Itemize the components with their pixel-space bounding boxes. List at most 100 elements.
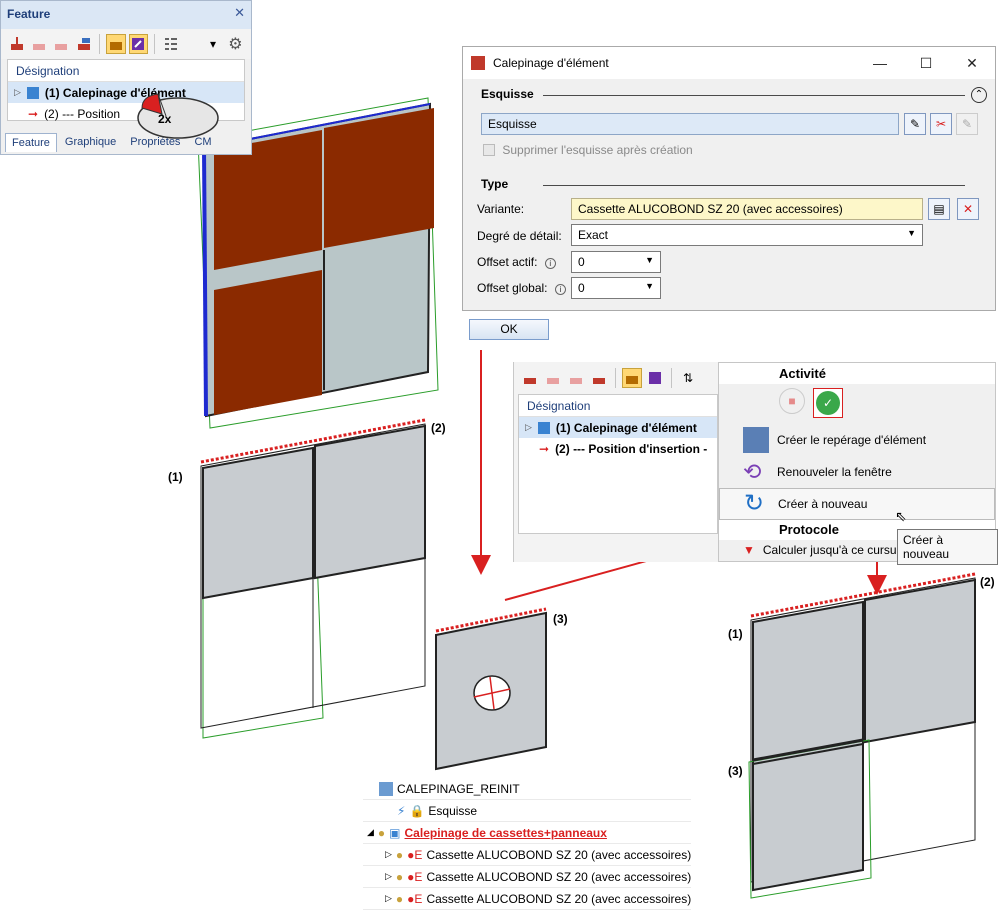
info-icon[interactable]: i xyxy=(544,258,556,269)
feature-panel-title: Feature xyxy=(7,7,51,21)
tree-list-icon[interactable]: ⇅ xyxy=(678,368,698,388)
warning-icon: ● xyxy=(395,869,404,884)
delete-sketch-checkbox-row[interactable]: Supprimer l'esquisse après création xyxy=(483,143,693,157)
dialog-titlebar: Calepinage d'élément — ☐ ✕ xyxy=(463,47,995,79)
tree-row-position[interactable]: ➞ (2) --- Position d'insertion - xyxy=(519,438,717,459)
dropdown-icon[interactable]: ▾ xyxy=(203,34,222,54)
tab-feature[interactable]: Feature xyxy=(5,133,57,152)
info-icon[interactable]: i xyxy=(554,284,566,295)
tooltip: Créer à nouveau xyxy=(897,529,998,565)
delete-sketch-checkbox[interactable] xyxy=(483,144,495,156)
gear-icon[interactable]: ⚙ xyxy=(226,34,245,54)
auto-calc-icon[interactable] xyxy=(622,368,642,388)
variante-label: Variante: xyxy=(477,202,525,216)
tree-row-label: CALEPINAGE_REINIT xyxy=(397,781,520,796)
warning-icon: ● xyxy=(395,847,404,862)
calc-step-icon[interactable] xyxy=(29,34,48,54)
tree-row-item[interactable]: ▷ ● ●E Cassette ALUCOBOND SZ 20 (avec ac… xyxy=(363,888,691,910)
expand-icon[interactable]: ▷ xyxy=(385,871,392,882)
clear-variant-icon[interactable]: ✕ xyxy=(957,198,979,220)
ok-button[interactable]: OK xyxy=(469,319,549,340)
tree-row-root[interactable]: CALEPINAGE_REINIT xyxy=(363,778,691,800)
minimize-button[interactable]: — xyxy=(857,55,903,72)
collapse-triangle-icon[interactable]: ◢ xyxy=(367,827,374,838)
tree-column-designation[interactable]: Désignation xyxy=(519,395,717,417)
tree-row-label: Cassette ALUCOBOND SZ 20 (avec accessoir… xyxy=(426,847,692,862)
menu-item-creer-reperage[interactable]: Créer le repérage d'élément xyxy=(719,424,995,456)
tree-column-designation[interactable]: Désignation xyxy=(8,60,244,82)
menu-item-label: Créer à nouveau xyxy=(778,497,868,511)
tree-row-label: Cassette ALUCOBOND SZ 20 (avec accessoir… xyxy=(426,869,692,884)
menu-item-renouveler[interactable]: ⟲ Renouveler la fenêtre xyxy=(719,456,995,488)
highlight-icon[interactable] xyxy=(128,34,149,54)
offset-actif-select[interactable]: 0 ▼ xyxy=(571,251,661,273)
tree-row-label: (2) --- Position d'insertion - xyxy=(555,441,708,456)
toolbar-separator xyxy=(154,34,155,54)
calc-icon[interactable] xyxy=(520,368,540,388)
tree-row-label: Calepinage de cassettes+panneaux xyxy=(404,825,607,840)
offset-actif-value: 0 xyxy=(578,255,585,269)
select-sketch-icon[interactable]: ✎ xyxy=(904,113,926,135)
expand-icon[interactable]: ▷ xyxy=(525,422,532,433)
warning-icon: ● xyxy=(395,891,404,906)
detail-select[interactable]: Exact ▼ xyxy=(571,224,923,246)
calc-red-icon: ▼ xyxy=(743,543,755,557)
tree-row-item[interactable]: ▷ ● ●E Cassette ALUCOBOND SZ 20 (avec ac… xyxy=(363,866,691,888)
expand-icon[interactable]: ▷ xyxy=(385,849,392,860)
sketch-icon: ⚡ xyxy=(397,803,406,818)
tree-list-icon[interactable] xyxy=(161,34,180,54)
maximize-button[interactable]: ☐ xyxy=(903,55,949,72)
menu-item-creer-nouveau[interactable]: ↻ Créer à nouveau xyxy=(719,488,995,520)
esquisse-field[interactable]: Esquisse xyxy=(481,113,899,135)
tree-row-calepinage[interactable]: ▷ (1) Calepinage d'élément xyxy=(519,417,717,438)
menu-header-activite: Activité xyxy=(719,363,995,384)
app-icon xyxy=(471,56,485,70)
window-feature-icon xyxy=(537,421,550,434)
disabled-sketch-icon[interactable]: ✎ xyxy=(956,113,978,135)
check-icon[interactable]: ✓ xyxy=(813,388,843,418)
double-click-badge: 2x xyxy=(158,112,172,126)
recreate-icon: ↻ xyxy=(744,490,765,517)
calc-down-icon[interactable] xyxy=(589,368,609,388)
calepinage-dialog: Calepinage d'élément — ☐ ✕ Esquisse ⌃ Es… xyxy=(462,46,996,311)
variante-field[interactable]: Cassette ALUCOBOND SZ 20 (avec accessoir… xyxy=(571,198,923,220)
auto-calc-icon[interactable] xyxy=(106,34,126,54)
offset-global-label-text: Offset global: xyxy=(477,281,548,295)
esquisse-group: Esquisse ⌃ xyxy=(463,87,995,103)
edit-sketch-icon[interactable]: ✂ xyxy=(930,113,952,135)
offset-global-label: Offset global: i xyxy=(477,281,566,295)
part-icon: ●E xyxy=(407,869,423,884)
expand-icon[interactable]: ▷ xyxy=(14,87,21,98)
offset-global-select[interactable]: 0 ▼ xyxy=(571,277,661,299)
catalog-icon[interactable]: ▤ xyxy=(928,198,950,220)
stop-icon[interactable]: ■ xyxy=(779,388,805,414)
calc-down-icon[interactable] xyxy=(74,34,93,54)
expand-icon[interactable]: ▷ xyxy=(385,893,392,904)
toolbar-separator xyxy=(671,368,672,388)
calc-step-icon[interactable] xyxy=(543,368,563,388)
calc-all-icon[interactable] xyxy=(566,368,586,388)
dialog-title: Calepinage d'élément xyxy=(493,56,609,70)
chevron-down-icon: ▼ xyxy=(645,255,654,265)
close-icon[interactable]: ✕ xyxy=(234,5,245,21)
menu-item-label: Calculer jusqu'à ce cursuer xyxy=(762,543,908,557)
calc-all-icon[interactable] xyxy=(52,34,71,54)
highlight-icon[interactable] xyxy=(645,368,665,388)
part-icon: ●E xyxy=(407,847,423,862)
tree-row-item[interactable]: ▷ ● ●E Cassette ALUCOBOND SZ 20 (avec ac… xyxy=(363,844,691,866)
offset-actif-label-text: Offset actif: xyxy=(477,255,538,269)
close-button[interactable]: ✕ xyxy=(949,55,995,72)
part-icon: ●E xyxy=(407,891,423,906)
collapse-icon[interactable]: ⌃ xyxy=(971,87,987,103)
tree-row-group[interactable]: ◢ ● ▣ Calepinage de cassettes+panneaux xyxy=(363,822,691,844)
calc-icon[interactable] xyxy=(7,34,26,54)
tree-row-label: Cassette ALUCOBOND SZ 20 (avec accessoir… xyxy=(426,891,692,906)
feature-panel-titlebar: Feature ✕ xyxy=(1,1,251,29)
tab-graphique[interactable]: Graphique xyxy=(59,133,122,152)
tree-row-sketch[interactable]: ⚡ 🔒 Esquisse xyxy=(363,800,691,822)
group-title-type: Type xyxy=(463,177,995,191)
feature-toolbar: ▾ ⚙ xyxy=(1,29,251,59)
detail-select-value: Exact xyxy=(578,228,609,242)
reperage-icon xyxy=(743,427,769,453)
tree-row-label: (1) Calepinage d'élément xyxy=(555,420,697,435)
